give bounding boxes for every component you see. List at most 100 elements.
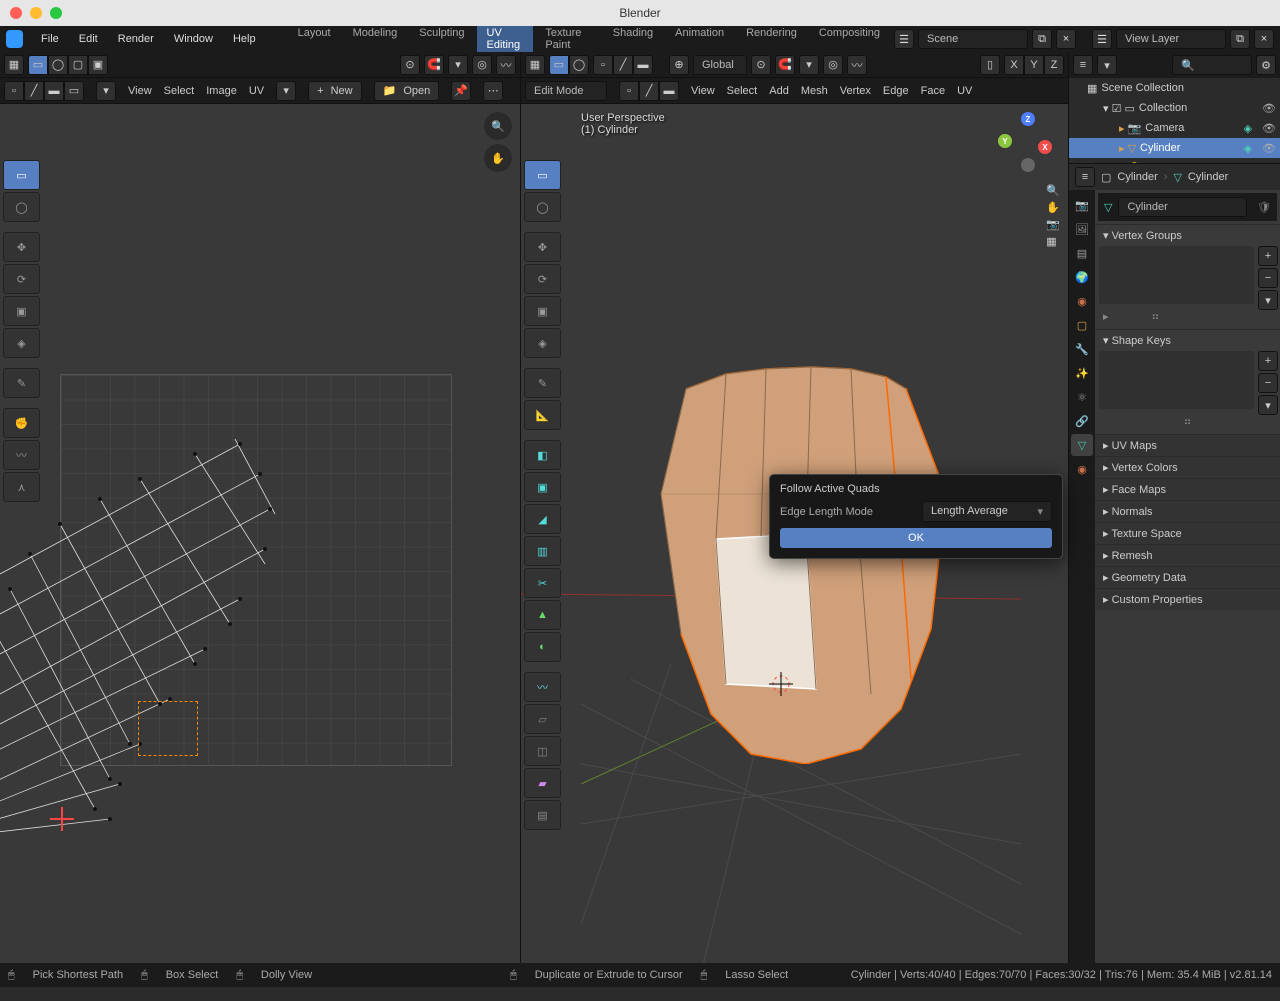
editor-type-dropdown[interactable]: ▦	[4, 55, 24, 75]
viewlayer-new-button[interactable]: ⧉	[1230, 29, 1250, 49]
cursor-tool[interactable]: ◯	[524, 192, 561, 222]
sel-edge[interactable]: ╱	[613, 55, 633, 75]
shrink-tool[interactable]: ◫	[524, 736, 561, 766]
shield-icon[interactable]: 🛡	[1257, 201, 1271, 214]
relax-tool[interactable]: 〰	[3, 440, 40, 470]
transform-tool[interactable]: ◈	[3, 328, 40, 358]
section-texture-space[interactable]: ▸ Texture Space	[1095, 522, 1280, 544]
camera-data-icon[interactable]: ◈	[1244, 122, 1252, 135]
tree-row-cylinder[interactable]: ▸ ▽Cylinder ◈ 👁	[1069, 138, 1280, 158]
workspace-shading[interactable]: Shading	[603, 23, 663, 55]
vp-select-menu[interactable]: Select	[727, 85, 758, 97]
cursor-tool[interactable]: ◯	[3, 192, 40, 222]
mesh-data-icon[interactable]: ◈	[1244, 142, 1252, 155]
file-menu[interactable]: File	[33, 29, 67, 49]
tab-physics[interactable]: ⚛	[1071, 386, 1093, 408]
vp-face-menu[interactable]: Face	[921, 85, 945, 97]
polybuild-tool[interactable]: ▲	[524, 600, 561, 630]
select-icon[interactable]: ▭	[549, 55, 569, 75]
eye-icon[interactable]: 👁	[1262, 122, 1276, 135]
uv-sticky-icon[interactable]: ▣	[88, 55, 108, 75]
section-geometry-data[interactable]: ▸ Geometry Data	[1095, 566, 1280, 588]
knife-tool[interactable]: ✂	[524, 568, 561, 598]
uv-select-face[interactable]: ▬	[44, 81, 64, 101]
snap-vp-drop[interactable]: ▾	[799, 55, 819, 75]
close-window-button[interactable]	[10, 7, 22, 19]
render-menu[interactable]: Render	[110, 29, 162, 49]
neg-axis-ball[interactable]	[1021, 158, 1035, 172]
x-axis-ball[interactable]: X	[1038, 140, 1052, 154]
blender-logo-icon[interactable]	[6, 30, 23, 48]
help-menu[interactable]: Help	[225, 29, 264, 49]
proportional-toggle[interactable]: ◎	[472, 55, 492, 75]
scene-new-button[interactable]: ⧉	[1032, 29, 1052, 49]
smooth-tool[interactable]: 〰	[524, 672, 561, 702]
uv-image-menu[interactable]: Image	[206, 85, 237, 97]
workspace-compositing[interactable]: Compositing	[809, 23, 890, 55]
image-browse[interactable]: ▾	[276, 81, 296, 101]
new-image-button[interactable]: + New	[308, 81, 362, 101]
selmode-vert[interactable]: ▫	[619, 81, 639, 101]
uv-sticky-mode[interactable]: ▾	[96, 81, 116, 101]
section-uv-maps[interactable]: ▸ UV Maps	[1095, 434, 1280, 456]
vp-vertex-menu[interactable]: Vertex	[840, 85, 871, 97]
tab-world[interactable]: ◉	[1071, 290, 1093, 312]
move-tool[interactable]: ✥	[524, 232, 561, 262]
transform-orient[interactable]: ⊕	[669, 55, 689, 75]
window-menu[interactable]: Window	[166, 29, 221, 49]
overflow-menu[interactable]: ⋯	[483, 81, 503, 101]
section-normals[interactable]: ▸ Normals	[1095, 500, 1280, 522]
remove-shape-key[interactable]: −	[1258, 373, 1278, 393]
vertex-groups-list[interactable]	[1099, 246, 1254, 304]
add-shape-key[interactable]: +	[1258, 351, 1278, 371]
snap-vp[interactable]: 🧲	[775, 55, 795, 75]
cursor-tool-icon[interactable]: ◯	[48, 55, 68, 75]
tab-constraint[interactable]: 🔗	[1071, 410, 1093, 432]
tree-row-scene-collection[interactable]: ▦Scene Collection	[1069, 78, 1280, 98]
tab-output[interactable]: 🖼	[1071, 218, 1093, 240]
eye-icon[interactable]: 👁	[1262, 102, 1276, 115]
scene-delete-button[interactable]: ×	[1056, 29, 1076, 49]
section-remesh[interactable]: ▸ Remesh	[1095, 544, 1280, 566]
bevel-tool[interactable]: ◢	[524, 504, 561, 534]
axis-gizmo[interactable]: Z X Y	[998, 112, 1058, 172]
section-shape-keys[interactable]: ▾ Shape Keys	[1095, 329, 1280, 351]
pin-image[interactable]: 📌	[451, 81, 471, 101]
pivot-dropdown[interactable]: ⊙	[400, 55, 420, 75]
tab-object[interactable]: ▢	[1071, 314, 1093, 336]
vp-edge-menu[interactable]: Edge	[883, 85, 909, 97]
scale-tool[interactable]: ▣	[524, 296, 561, 326]
edge-length-mode-dropdown[interactable]: Length Average ▾	[922, 501, 1052, 522]
sel-face[interactable]: ▬	[633, 55, 653, 75]
y-axis-toggle[interactable]: Y	[1024, 55, 1044, 75]
loopcut-tool[interactable]: ▥	[524, 536, 561, 566]
shape-key-menu[interactable]: ▾	[1258, 395, 1278, 415]
workspace-modeling[interactable]: Modeling	[343, 23, 408, 55]
mesh-display[interactable]: ▯	[980, 55, 1000, 75]
editor-type-3d[interactable]: ▦	[525, 55, 545, 75]
uv-sync-icon[interactable]: ▢	[68, 55, 88, 75]
scene-name-field[interactable]: Scene	[918, 29, 1028, 49]
remove-vertex-group[interactable]: −	[1258, 268, 1278, 288]
maximize-window-button[interactable]	[50, 7, 62, 19]
y-axis-ball[interactable]: Y	[998, 134, 1012, 148]
eye-icon[interactable]: 👁	[1262, 142, 1276, 155]
vp-mesh-menu[interactable]: Mesh	[801, 85, 828, 97]
tab-render[interactable]: 📷	[1071, 194, 1093, 216]
shear-tool[interactable]: ▰	[524, 768, 561, 798]
workspace-sculpting[interactable]: Sculpting	[409, 23, 474, 55]
vertex-group-menu[interactable]: ▾	[1258, 290, 1278, 310]
minimize-window-button[interactable]	[30, 7, 42, 19]
pan-icon[interactable]: ✋	[484, 144, 512, 172]
mode-dropdown[interactable]: Edit Mode	[525, 81, 607, 101]
vp-add-menu[interactable]: Add	[769, 85, 789, 97]
prop-edit[interactable]: ◎	[823, 55, 843, 75]
viewlayer-delete-button[interactable]: ×	[1254, 29, 1274, 49]
vp-uv-menu[interactable]: UV	[957, 85, 972, 97]
tab-scene[interactable]: 🌍	[1071, 266, 1093, 288]
workspace-animation[interactable]: Animation	[665, 23, 734, 55]
tab-particle[interactable]: ✨	[1071, 362, 1093, 384]
uv-view-menu[interactable]: View	[128, 85, 152, 97]
move-tool[interactable]: ✥	[3, 232, 40, 262]
orientation-dropdown[interactable]: Global	[693, 55, 747, 75]
